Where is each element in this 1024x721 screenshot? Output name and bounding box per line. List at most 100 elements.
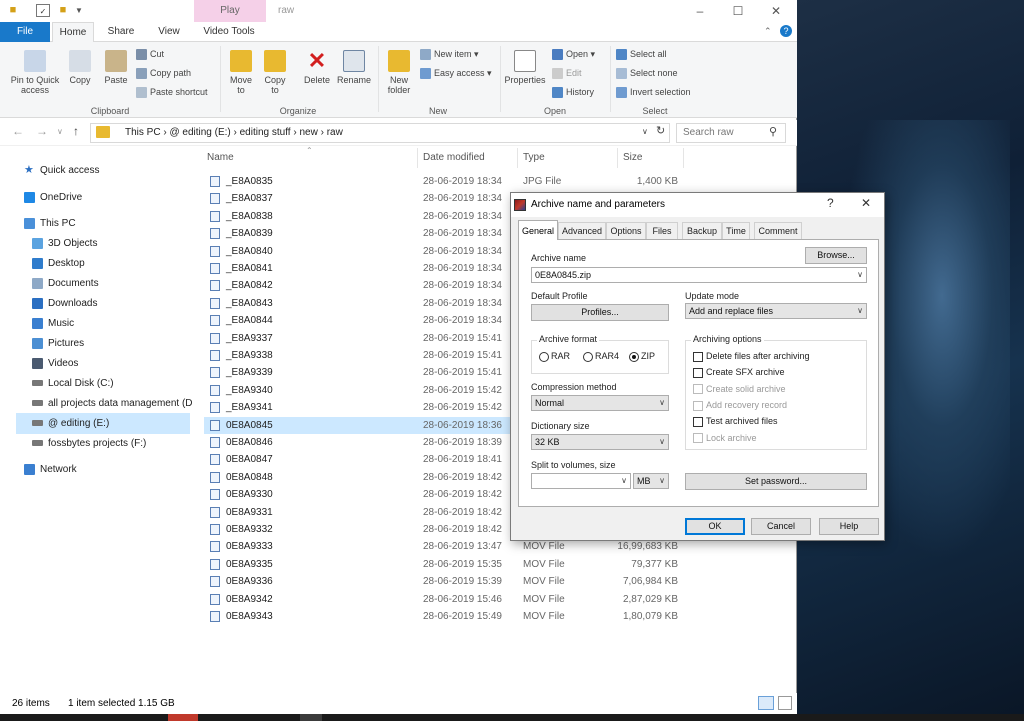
select-all-button[interactable]: Select all [616,46,667,62]
column-header-name[interactable]: Name [207,152,234,163]
browse-button[interactable]: Browse... [805,247,867,264]
split-volumes-input[interactable]: ∨ [531,473,631,489]
properties-check-icon[interactable]: ✓ [36,4,50,17]
properties-button[interactable]: Properties [504,50,546,85]
delete-button[interactable]: ✕ Delete [300,50,334,86]
archiving-option-checkbox: Add recovery record [693,398,787,413]
paste-shortcut-button[interactable]: Paste shortcut [136,84,208,100]
tab-files[interactable]: Files [646,222,678,239]
move-to-button[interactable]: Move to [226,50,256,95]
column-header-size[interactable]: Size [623,152,642,163]
nav-item[interactable]: Music [32,314,74,334]
nav-item[interactable]: fossbytes projects (F:) [32,434,146,454]
refresh-icon[interactable]: ↻ [656,124,665,137]
customize-quick-access-icon[interactable]: ▼ [72,4,86,17]
nav-item[interactable]: 3D Objects [32,234,97,254]
nav-item[interactable]: all projects data management (D [32,394,193,414]
maximize-button[interactable]: ☐ [718,2,758,20]
copy-to-button[interactable]: Copy to [260,50,290,95]
cut-button[interactable]: Cut [136,46,164,62]
archive-name-input[interactable]: 0E8A0845.zip ∨ [531,267,867,283]
taskbar-app-icon[interactable] [300,714,322,721]
nav-item[interactable]: ★ Quick access [24,161,99,181]
up-arrow-icon[interactable]: ↑ [73,124,79,138]
paste-button[interactable]: Paste [100,50,132,85]
nav-item[interactable]: Downloads [32,294,97,314]
split-unit-select[interactable]: MB ∨ [633,473,669,489]
new-folder-icon[interactable]: ■ [56,4,70,17]
column-divider[interactable] [617,148,618,168]
dialog-close-button[interactable]: ✕ [861,196,871,210]
open-button[interactable]: Open ▾ [552,46,595,62]
tab-advanced[interactable]: Advanced [558,222,606,239]
archiving-option-checkbox[interactable]: Test archived files [693,414,778,429]
address-input[interactable]: This PC › @ editing (E:) › editing stuff… [90,123,670,143]
forward-arrow-icon[interactable]: → [36,124,48,138]
help-icon[interactable]: ? [780,25,792,37]
pin-quick-access-button[interactable]: Pin to Quick access [4,50,66,95]
tab-backup[interactable]: Backup [682,222,722,239]
history-button[interactable]: History [552,84,594,100]
rename-button[interactable]: Rename [336,50,372,85]
column-divider[interactable] [683,148,684,168]
update-mode-select[interactable]: Add and replace files ∨ [685,303,867,319]
ribbon-collapse-icon[interactable]: ⌃ [764,26,772,37]
new-folder-button[interactable]: New folder [382,50,416,95]
format-zip-radio[interactable]: ZIP [629,349,655,363]
format-rar4-radio[interactable]: RAR4 [583,349,619,363]
taskbar-app-icon[interactable] [168,714,198,721]
archiving-option-checkbox[interactable]: Create SFX archive [693,365,785,380]
tab-video-tools[interactable]: Video Tools [196,22,262,42]
set-password-button[interactable]: Set password... [685,473,867,490]
file-row[interactable]: _E8A0835 28-06-2019 18:34 JPG File 1,400 KB [204,173,684,190]
nav-item[interactable]: Desktop [32,254,85,274]
ok-button[interactable]: OK [685,518,745,535]
large-icons-view-icon[interactable] [778,696,792,710]
dialog-help-button[interactable]: ? [827,196,834,210]
tab-comment[interactable]: Comment [754,222,802,239]
file-row[interactable]: 0E8A9343 28-06-2019 15:49 MOV File 1,80,079… [204,608,684,625]
nav-item[interactable]: Documents [32,274,99,294]
column-divider[interactable] [517,148,518,168]
cancel-button[interactable]: Cancel [751,518,811,535]
details-view-icon[interactable] [758,696,774,710]
select-none-button[interactable]: Select none [616,65,678,81]
minimize-button[interactable]: – [680,2,720,20]
profiles-button[interactable]: Profiles... [531,304,669,321]
copy-button[interactable]: Copy [64,50,96,85]
help-button[interactable]: Help [819,518,879,535]
nav-item[interactable]: Videos [32,354,78,374]
recent-locations-chevron-icon[interactable]: ∨ [57,127,63,136]
copy-path-button[interactable]: Copy path [136,65,191,81]
nav-item[interactable]: Local Disk (C:) [32,374,114,394]
compression-method-select[interactable]: Normal ∨ [531,395,669,411]
nav-item[interactable]: Network [24,460,77,480]
tab-time[interactable]: Time [722,222,750,239]
edit-button[interactable]: Edit [552,65,582,81]
column-divider[interactable] [417,148,418,168]
close-button[interactable]: ✕ [756,2,796,20]
new-item-button[interactable]: New item ▾ [420,46,479,62]
tab-share[interactable]: Share [100,22,142,42]
nav-item[interactable]: OneDrive [24,188,82,208]
address-dropdown-icon[interactable]: ∨ [642,127,648,136]
tab-file[interactable]: File [0,22,50,42]
tab-home[interactable]: Home [52,22,94,42]
column-header-type[interactable]: Type [523,152,545,163]
file-row[interactable]: 0E8A9336 28-06-2019 15:39 MOV File 7,06,984… [204,573,684,590]
tab-options[interactable]: Options [606,222,646,239]
back-arrow-icon[interactable]: ← [12,124,24,138]
easy-access-button[interactable]: Easy access ▾ [420,65,492,81]
tab-view[interactable]: View [148,22,190,42]
dictionary-size-select[interactable]: 32 KB ∨ [531,434,669,450]
file-row[interactable]: 0E8A9335 28-06-2019 15:35 MOV File 79,377 K… [204,556,684,573]
format-rar-radio[interactable]: RAR [539,349,570,363]
invert-selection-button[interactable]: Invert selection [616,84,691,100]
nav-item[interactable]: This PC [24,214,76,234]
tab-general[interactable]: General [518,220,558,240]
column-header-date[interactable]: Date modified [423,152,485,163]
nav-item[interactable]: Pictures [32,334,84,354]
nav-item[interactable]: @ editing (E:) [32,414,109,434]
archiving-option-checkbox[interactable]: Delete files after archiving [693,349,810,364]
file-row[interactable]: 0E8A9342 28-06-2019 15:46 MOV File 2,87,029… [204,591,684,608]
